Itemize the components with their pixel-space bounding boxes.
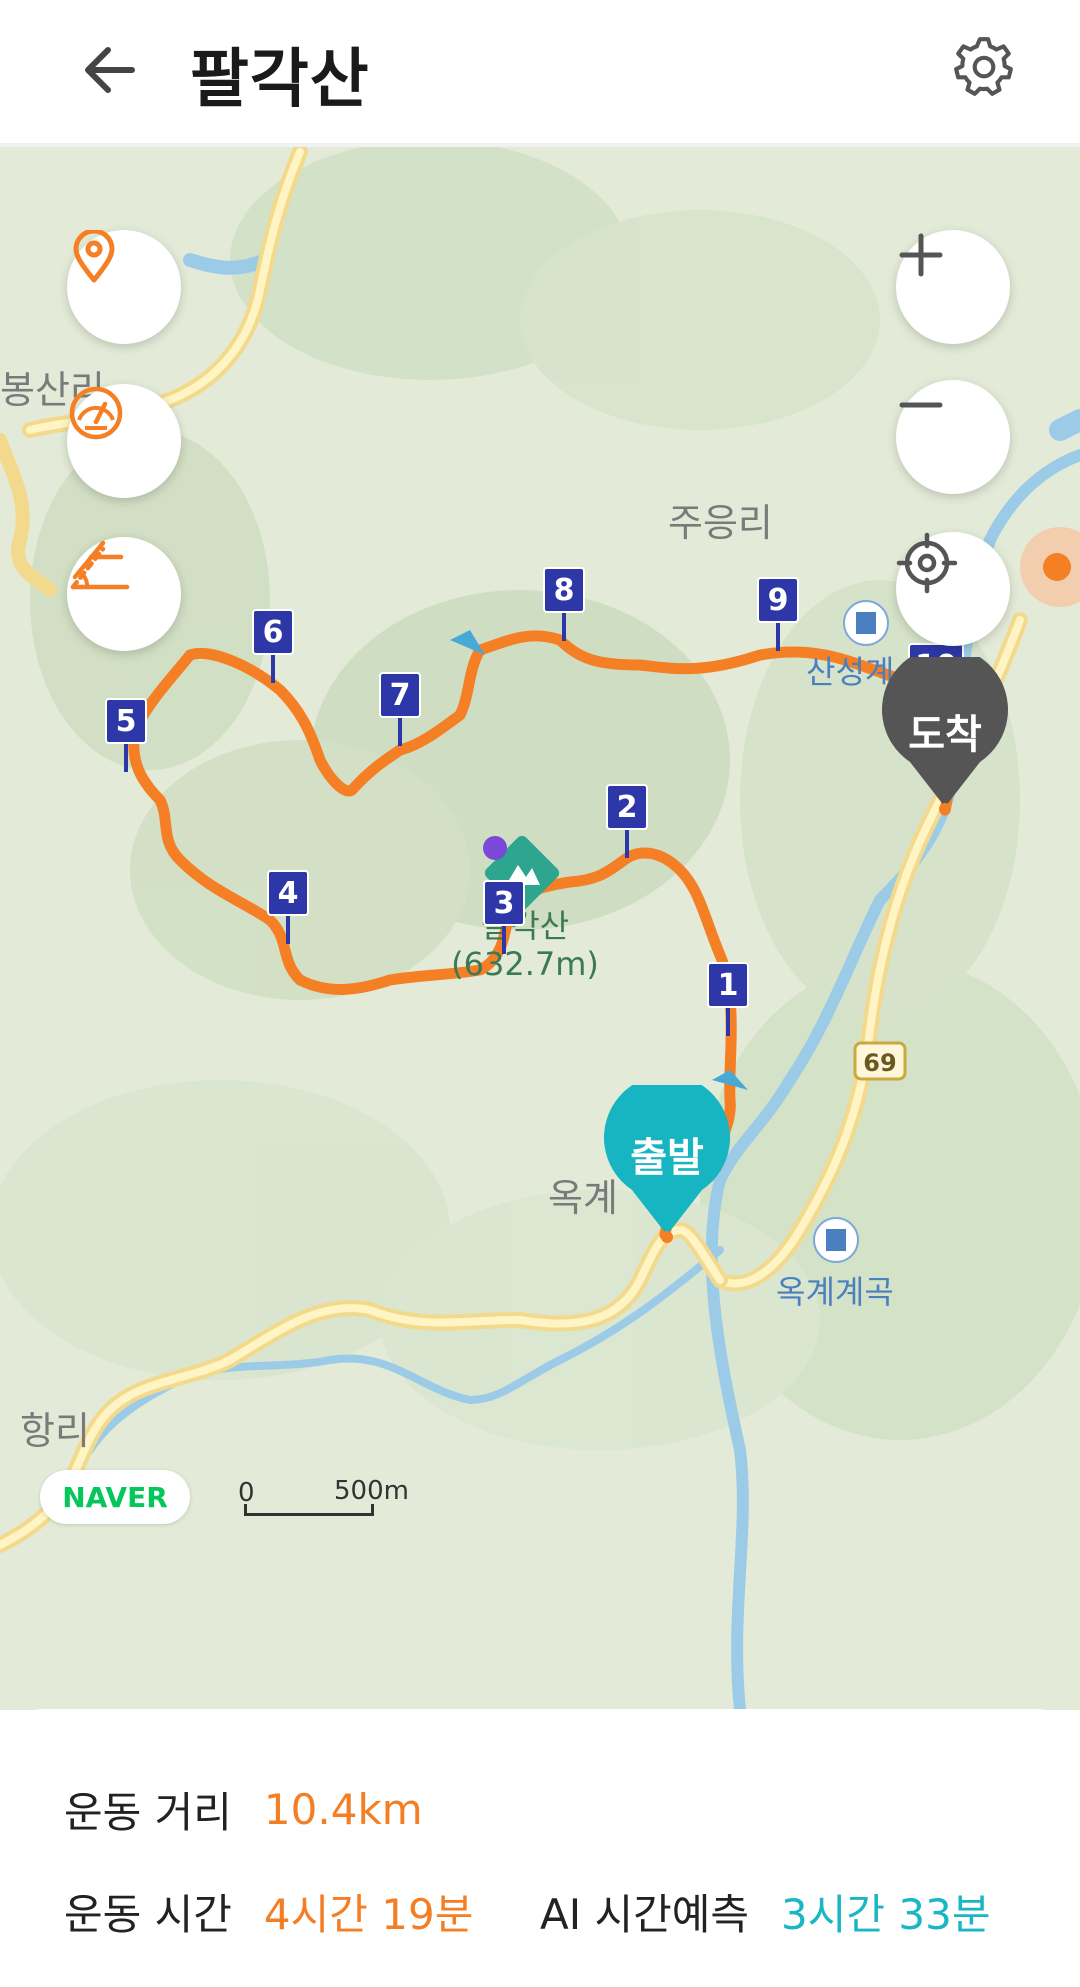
gear-icon <box>954 37 1013 96</box>
place-label: 옥계계곡 <box>776 1273 894 1311</box>
naver-logo: NAVER <box>40 1470 190 1524</box>
waypoint-marker[interactable]: 5 <box>105 698 147 744</box>
start-pin-label: 출발 <box>630 1135 704 1181</box>
waypoint-marker[interactable]: 6 <box>252 609 294 655</box>
waypoint-stem <box>286 916 290 944</box>
zoom-in-button[interactable] <box>896 230 1010 344</box>
time-row: 운동 시간 4시간 19분 <box>64 1881 473 1942</box>
stats-panel: 운동 거리 10.4km 운동 시간 4시간 19분 AI 시간예측 3시간 3… <box>0 1709 1080 1986</box>
start-pin[interactable]: 출발 <box>602 1085 732 1245</box>
settings-button[interactable] <box>944 26 1024 106</box>
scale-distance: 500m <box>334 1476 409 1506</box>
speedometer-icon <box>69 386 123 440</box>
waypoint-marker[interactable]: 7 <box>379 672 421 718</box>
peak-label: 팔각산 (632.7m) <box>450 907 600 983</box>
ai-estimate-row: AI 시간예측 3시간 33분 <box>540 1881 990 1942</box>
waypoint-marker[interactable]: 8 <box>543 567 585 613</box>
my-location-button[interactable] <box>896 532 1010 646</box>
waypoint-marker[interactable]: 9 <box>757 577 799 623</box>
waypoint-stem <box>124 744 128 772</box>
time-label: 운동 시간 <box>64 1890 232 1939</box>
peak-name: 팔각산 <box>480 907 570 945</box>
waypoint-stem <box>271 655 275 683</box>
slope-icon <box>70 540 130 590</box>
location-pin-button[interactable] <box>67 230 181 344</box>
scale-bar <box>244 1504 374 1516</box>
top-bar: 팔각산 <box>0 0 1080 147</box>
crosshair-icon <box>896 532 958 594</box>
waypoint-stem <box>502 926 506 954</box>
end-pin-label: 도착 <box>908 712 982 758</box>
waypoint-marker[interactable]: 4 <box>267 870 309 916</box>
ai-estimate-value: 3시간 33분 <box>781 1890 991 1939</box>
peak-height: (632.7m) <box>451 945 599 983</box>
location-pin-icon <box>73 230 115 283</box>
svg-text:69: 69 <box>863 1049 896 1077</box>
waypoint-marker[interactable]: 2 <box>606 784 648 830</box>
place-label: 항리 <box>20 1409 90 1453</box>
distance-label: 운동 거리 <box>64 1788 232 1837</box>
waypoint-stem <box>562 613 566 641</box>
speedometer-button[interactable] <box>67 384 181 498</box>
end-pin[interactable]: 도착 <box>880 657 1010 817</box>
plus-icon <box>899 233 943 277</box>
ai-estimate-label: AI 시간예측 <box>540 1890 750 1939</box>
place-label: 주응리 <box>668 501 773 545</box>
distance-row: 운동 거리 10.4km <box>64 1779 423 1840</box>
minus-icon <box>899 402 943 408</box>
waypoint-marker[interactable]: 3 <box>483 880 525 926</box>
back-button[interactable] <box>70 30 150 110</box>
page-title: 팔각산 <box>190 43 370 117</box>
waypoint-stem <box>625 830 629 858</box>
waypoint-marker[interactable]: 1 <box>707 962 749 1008</box>
waypoint-stem <box>776 623 780 651</box>
time-value: 4시간 19분 <box>263 1890 474 1939</box>
waypoint-stem <box>398 718 402 746</box>
elevation-button[interactable] <box>67 537 181 651</box>
waypoint-stem <box>726 1008 730 1036</box>
distance-value: 10.4km <box>263 1785 423 1834</box>
zoom-out-button[interactable] <box>896 380 1010 494</box>
back-arrow-icon <box>85 47 135 93</box>
